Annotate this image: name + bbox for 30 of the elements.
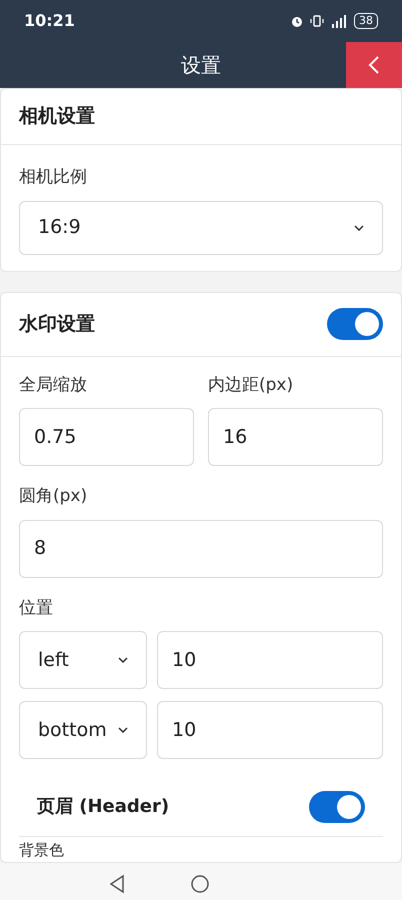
alarm-icon [290, 14, 304, 28]
field-label: 全局缩放 [19, 374, 88, 396]
signal-icon [330, 14, 348, 28]
toggle-switch[interactable] [327, 308, 383, 340]
chevron-down-icon [118, 657, 128, 663]
input-field[interactable]: 10 [157, 631, 383, 689]
chevron-down-icon [118, 727, 128, 733]
input-field[interactable]: 8 [19, 520, 383, 578]
field-label: 背景色 [18, 840, 65, 861]
page-title: 设置 [181, 52, 221, 79]
field-label: 位置 [19, 596, 54, 620]
card-title: 相机设置 [1, 89, 401, 145]
back-nav-icon[interactable] [108, 874, 126, 894]
status-time: 10:21 [24, 10, 75, 32]
input-field[interactable]: 0.75 [19, 408, 194, 466]
section-title: 页眉 (Header) [37, 795, 170, 819]
home-nav-icon[interactable] [190, 874, 210, 894]
input-field[interactable]: 16 [208, 408, 383, 466]
field-label: 圆角(px) [19, 485, 88, 508]
card-title: 水印设置 [19, 312, 95, 337]
chevron-down-icon [354, 224, 364, 230]
vibrate-icon [310, 14, 324, 28]
toggle-switch[interactable] [309, 790, 365, 822]
input-field[interactable]: 10 [157, 701, 383, 759]
field-label: 内边距(px) [208, 374, 294, 396]
battery-indicator: 38 [354, 13, 378, 29]
select-field[interactable]: 16:9 [19, 200, 383, 254]
field-label: 相机比例 [19, 166, 88, 189]
select-field[interactable]: bottom [19, 701, 147, 759]
select-field[interactable]: left [19, 631, 147, 689]
